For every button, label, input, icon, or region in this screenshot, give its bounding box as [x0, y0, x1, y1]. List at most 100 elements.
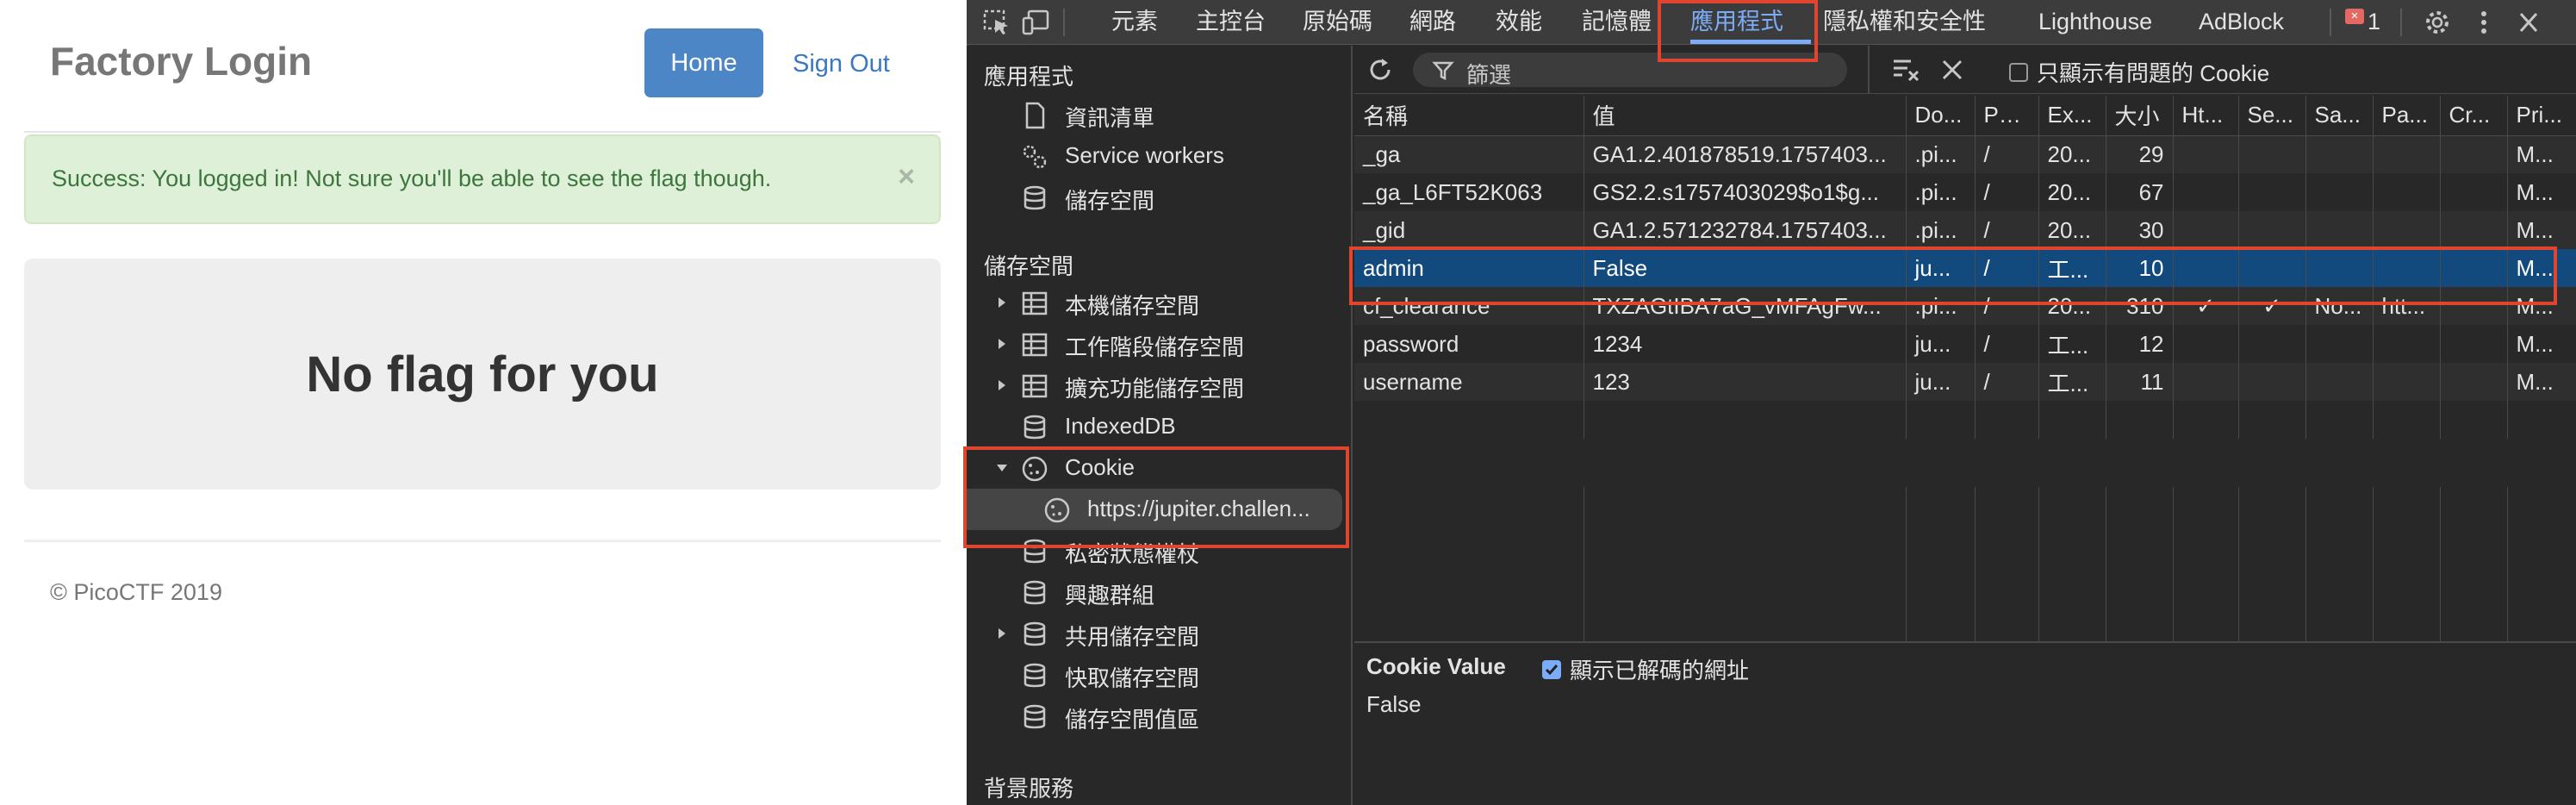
column-header-cross-site[interactable]: Cr...: [2440, 96, 2508, 136]
tab-sources[interactable]: 原始碼: [1303, 0, 1372, 45]
sidebar-item-interest-groups[interactable]: 興趣群組: [967, 571, 1351, 613]
filter-input[interactable]: 篩選: [1413, 53, 1847, 88]
gear-icon[interactable]: [2423, 9, 2452, 36]
device-toolbar-icon[interactable]: [1022, 9, 1051, 36]
tab-application[interactable]: 應用程式: [1690, 0, 1783, 45]
column-header-size[interactable]: 大小: [2106, 96, 2174, 136]
close-icon[interactable]: [2514, 9, 2543, 36]
sidebar-item-local-storage[interactable]: 本機儲存空間: [967, 282, 1351, 323]
table-row[interactable]: password 1234 ju... / 工... 12 M...: [1354, 325, 2576, 363]
sidebar-item-cookie-origin[interactable]: https://jupiter.challen...: [967, 489, 1342, 530]
sidebar-item-storage-buckets[interactable]: 儲存空間值區: [967, 696, 1351, 737]
inspect-element-icon[interactable]: [982, 9, 1011, 36]
expand-arrow-icon[interactable]: [996, 379, 1008, 391]
web-page: Factory Login Home Sign Out Success: You…: [0, 0, 967, 805]
cookie-expires: 工...: [2038, 249, 2106, 287]
sidebar-item-label: 資訊清單: [1065, 105, 1155, 131]
clear-all-icon[interactable]: [1938, 56, 1966, 84]
alert-close-icon[interactable]: ×: [898, 160, 915, 194]
file-icon: [1020, 101, 1049, 130]
column-header-secure[interactable]: Se...: [2238, 96, 2306, 136]
cookie-partition-key: [2373, 211, 2441, 249]
tab-adblock[interactable]: AdBlock: [2199, 0, 2284, 45]
sign-out-link[interactable]: Sign Out: [793, 50, 890, 78]
cookie-name: cf_clearance: [1354, 287, 1584, 325]
gears-icon: [1020, 142, 1049, 172]
column-header-httponly[interactable]: Ht...: [2173, 96, 2239, 136]
sidebar-item-session-storage[interactable]: 工作階段儲存空間: [967, 323, 1351, 365]
cookie-toolbar: 篩選 只顯示有問題的 Cookie: [1354, 46, 2576, 94]
sidebar-item-label: 工作階段儲存空間: [1065, 334, 1245, 360]
cookie-httponly: [2173, 211, 2239, 249]
sidebar-item-cache-storage[interactable]: 快取儲存空間: [967, 654, 1351, 696]
filter-placeholder: 篩選: [1466, 62, 1512, 88]
tab-console[interactable]: 主控台: [1196, 0, 1266, 45]
column-header-value[interactable]: 值: [1584, 96, 1907, 136]
table-row[interactable]: username 123 ju... / 工... 11 M...: [1354, 363, 2576, 401]
database-icon: [1020, 537, 1049, 566]
sidebar-item-shared-storage[interactable]: 共用儲存空間: [967, 613, 1351, 654]
cookie-table: 名稱 值 Do... Path Ex... 大小 Ht... Se... Sa.…: [1354, 96, 2576, 439]
tab-lighthouse[interactable]: Lighthouse: [2038, 0, 2152, 45]
cookie-samesite: [2305, 363, 2374, 401]
tab-performance[interactable]: 效能: [1496, 0, 1542, 45]
cookie-domain: ju...: [1906, 363, 1976, 401]
home-button[interactable]: Home: [644, 28, 763, 97]
sidebar-item-private-state-tokens[interactable]: 私密狀態權杖: [967, 530, 1351, 571]
expand-arrow-icon[interactable]: [996, 338, 1008, 350]
footer-copyright: © PicoCTF 2019: [50, 579, 222, 605]
column-header-name[interactable]: 名稱: [1354, 96, 1584, 136]
sidebar-item-manifest[interactable]: 資訊清單: [967, 94, 1351, 135]
sidebar-item-label: 私密狀態權杖: [1065, 541, 1200, 567]
cookie-cross-site: [2440, 363, 2508, 401]
sidebar-item-label: https://jupiter.challen...: [1087, 496, 1310, 521]
tab-privacy-security[interactable]: 隱私權和安全性: [1823, 0, 1986, 45]
cookie-samesite: [2305, 325, 2374, 363]
tab-network[interactable]: 網路: [1409, 0, 1456, 45]
tab-elements[interactable]: 元素: [1111, 0, 1158, 45]
tabbar-separator: [1063, 9, 1065, 36]
error-icon[interactable]: ×: [2345, 9, 2364, 24]
cookie-value: 1234: [1584, 325, 1907, 363]
sidebar-item-label: 儲存空間: [1065, 188, 1155, 214]
column-header-samesite[interactable]: Sa...: [2305, 96, 2374, 136]
cookie-samesite: [2305, 249, 2374, 287]
more-options-icon[interactable]: [2469, 9, 2498, 36]
error-count[interactable]: 1: [2368, 0, 2380, 43]
cookie-value-text[interactable]: False: [1366, 691, 1422, 718]
sidebar-item-cookie[interactable]: Cookie: [967, 447, 1351, 489]
column-header-expires[interactable]: Ex...: [2038, 96, 2106, 136]
sidebar-item-service-workers[interactable]: Service workers: [967, 135, 1351, 177]
table-row[interactable]: cf_clearance TXZAGtIBA7aG_vMFAgFw... .pi…: [1354, 287, 2576, 325]
sidebar-item-indexeddb[interactable]: IndexedDB: [967, 406, 1351, 447]
sidebar-item-extension-storage[interactable]: 擴充功能儲存空間: [967, 365, 1351, 406]
expand-arrow-icon[interactable]: [996, 627, 1008, 640]
clear-filtered-icon[interactable]: [1892, 56, 1921, 84]
table-row-selected[interactable]: admin False ju... / 工... 10 M...: [1354, 249, 2576, 287]
only-issues-checkbox-row[interactable]: 只顯示有問題的 Cookie: [2009, 56, 2269, 88]
table-icon: [1020, 371, 1049, 401]
only-issues-checkbox[interactable]: [2009, 62, 2028, 82]
expand-arrow-icon[interactable]: [996, 296, 1008, 309]
table-row[interactable]: _ga_L6FT52K063 GS2.2.s1757403029$o1$g...…: [1354, 173, 2576, 211]
sidebar-header-background-services: 背景服務: [984, 776, 1074, 802]
cookie-domain: .pi...: [1906, 287, 1976, 325]
show-decoded-url-row[interactable]: 顯示已解碼的網址: [1542, 653, 1749, 685]
column-header-partition-key[interactable]: Pa...: [2373, 96, 2441, 136]
sidebar-item-label: Cookie: [1065, 454, 1135, 480]
tab-memory[interactable]: 記憶體: [1582, 0, 1652, 45]
cookie-path: /: [1975, 363, 2039, 401]
sidebar-item-storage[interactable]: 儲存空間: [967, 177, 1351, 218]
column-header-domain[interactable]: Do...: [1906, 96, 1976, 136]
table-row[interactable]: _gid GA1.2.571232784.1757403... .pi... /…: [1354, 211, 2576, 249]
column-header-path[interactable]: Path: [1975, 96, 2039, 136]
show-decoded-url-label: 顯示已解碼的網址: [1570, 658, 1750, 683]
column-header-priority[interactable]: Pri...: [2507, 96, 2576, 136]
cookie-partition-key: [2373, 173, 2441, 211]
show-decoded-url-checkbox[interactable]: [1542, 659, 1561, 679]
database-icon: [1020, 578, 1049, 608]
collapse-arrow-icon[interactable]: [996, 462, 1008, 474]
brand-title[interactable]: Factory Login: [50, 38, 312, 84]
refresh-icon[interactable]: [1365, 54, 1396, 85]
table-row[interactable]: _ga GA1.2.401878519.1757403... .pi... / …: [1354, 135, 2576, 173]
